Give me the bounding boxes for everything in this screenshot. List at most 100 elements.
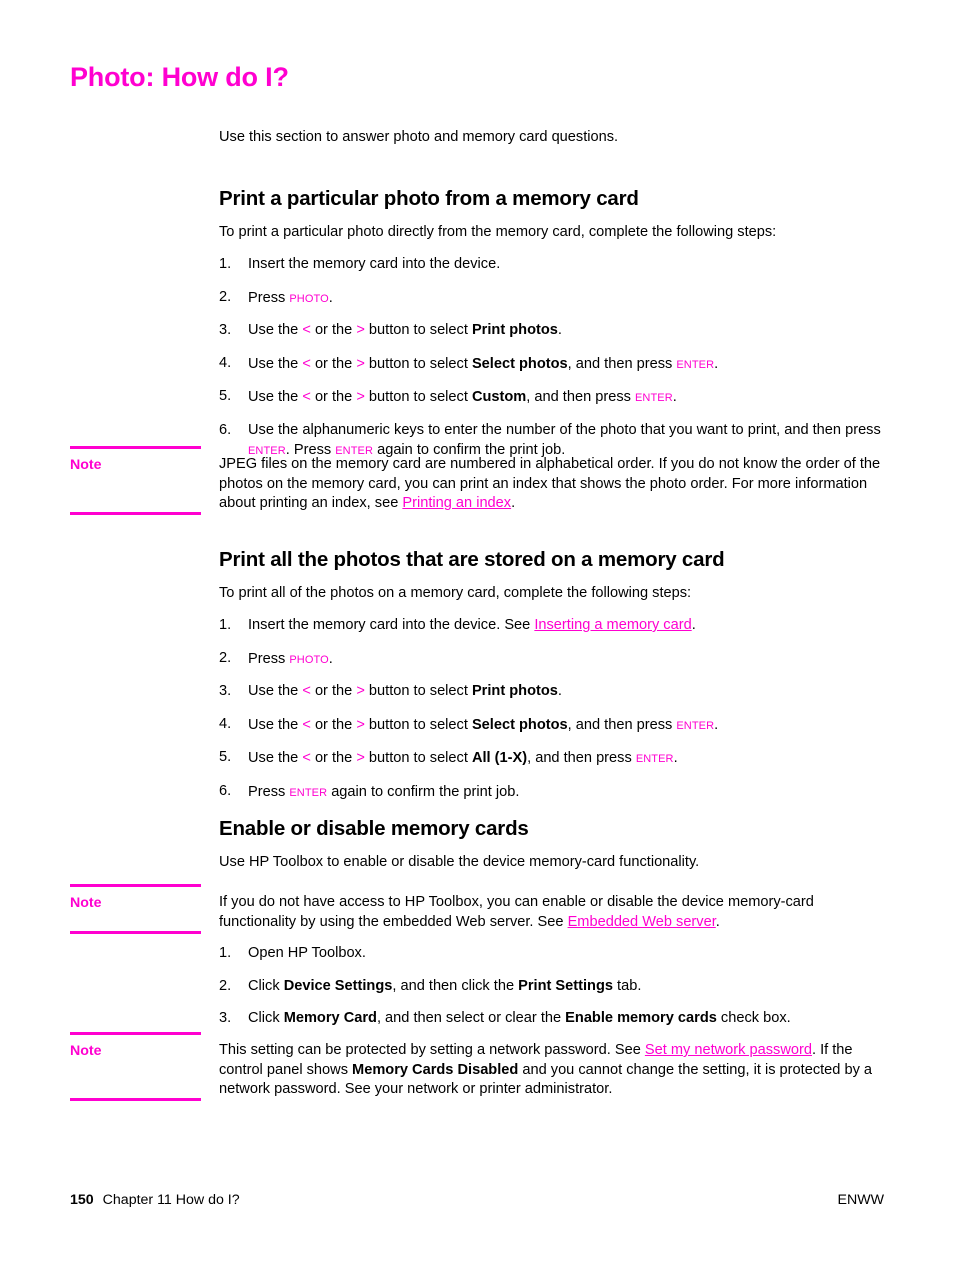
step-text: Press Photo. xyxy=(248,288,333,306)
note-rule-bottom xyxy=(70,931,201,934)
document-page: Photo: How do I? Use this section to ans… xyxy=(0,0,954,1270)
step-text-part: Click xyxy=(248,1010,284,1026)
cross-reference-link[interactable]: Inserting a memory card xyxy=(534,617,691,633)
step-number: 1. xyxy=(219,256,232,272)
key-label-photo: Photo xyxy=(289,649,329,667)
step-text-part: Use the xyxy=(248,716,303,733)
cross-reference-link[interactable]: Set my network password xyxy=(645,1042,812,1058)
note-text-part: . xyxy=(715,913,720,930)
note-text-part: . xyxy=(511,495,516,511)
note-label: Note xyxy=(70,895,102,911)
step-text-part: button to select xyxy=(364,750,472,766)
step-text-part: Press xyxy=(248,289,290,306)
cross-reference-link[interactable]: Printing an index xyxy=(402,495,511,511)
note-rule-top xyxy=(70,1032,201,1035)
step-text-part: or the xyxy=(310,322,357,338)
step-text-part: . xyxy=(691,617,696,633)
right-arrow-icon: > xyxy=(356,355,365,372)
page-footer: 150 Chapter 11 How do I? ENWW xyxy=(0,1192,954,1212)
section-intro: To print a particular photo directly fro… xyxy=(219,224,777,240)
step-text: Use the < or the > button to select Prin… xyxy=(248,683,562,699)
step-text: Open HP Toolbox. xyxy=(248,945,366,961)
list-item: 1. Insert the memory card into the devic… xyxy=(219,255,884,275)
list-item: 2. Press Photo. xyxy=(219,288,884,309)
step-text: Click Memory Card, and then select or cl… xyxy=(248,1010,791,1026)
step-text: Use the < or the > button to select All … xyxy=(248,749,678,766)
note-text: This setting can be protected by setting… xyxy=(219,1041,884,1100)
menu-item-name: Print photos xyxy=(471,683,558,699)
step-text-part: Click xyxy=(248,977,284,994)
right-arrow-icon: > xyxy=(356,322,365,338)
step-text: Press Photo. xyxy=(248,649,333,667)
step-text-part: , and then press xyxy=(527,750,636,766)
note-rule-bottom xyxy=(70,1098,201,1101)
step-text-part: , and then press xyxy=(567,716,677,733)
list-item: 1. Insert the memory card into the devic… xyxy=(219,616,884,636)
step-text-part: tab. xyxy=(613,977,642,994)
step-text-part: button to select xyxy=(364,389,472,405)
step-text-part: or the xyxy=(310,750,357,766)
control-panel-message: Memory Cards Disabled xyxy=(352,1061,519,1078)
step-text-part: , and then click the xyxy=(392,977,519,994)
step-text-part: , and then press xyxy=(567,355,677,372)
step-text: Insert the memory card into the device. … xyxy=(248,617,696,633)
section-heading: Print all the photos that are stored on … xyxy=(219,548,725,571)
left-arrow-icon: < xyxy=(302,750,311,766)
list-item: 3. Use the < or the > button to select P… xyxy=(219,321,884,341)
note-rule-bottom xyxy=(70,512,201,515)
step-text-part: button to select xyxy=(364,683,472,699)
right-arrow-icon: > xyxy=(356,716,365,733)
step-number: 5. xyxy=(219,749,232,765)
list-item: 4. Use the < or the > button to select S… xyxy=(219,354,884,375)
step-number: 4. xyxy=(219,354,232,371)
step-number: 1. xyxy=(219,945,232,961)
step-number: 1. xyxy=(219,617,232,633)
step-text-part: . xyxy=(557,683,562,699)
key-label-photo: Photo xyxy=(289,288,329,306)
step-text-part: . xyxy=(714,355,719,372)
step-text: Use the < or the > button to select Cust… xyxy=(248,388,677,405)
list-item: 6. Press Enter again to confirm the prin… xyxy=(219,782,884,803)
step-number: 2. xyxy=(219,288,232,305)
note-text: If you do not have access to HP Toolbox,… xyxy=(219,893,884,932)
menu-item-name: Custom xyxy=(471,389,527,405)
key-label-enter: Enter xyxy=(635,749,674,766)
step-text-part: Use the xyxy=(248,389,303,405)
note-label: Note xyxy=(70,1043,102,1059)
step-text: Insert the memory card into the device. xyxy=(248,256,501,272)
right-arrow-icon: > xyxy=(356,389,365,405)
step-text-part: again to confirm the print job. xyxy=(327,783,520,800)
step-number: 2. xyxy=(219,977,232,994)
step-text-part: . xyxy=(328,650,333,667)
step-text: Press Enter again to confirm the print j… xyxy=(248,783,520,800)
list-item: 3. Use the < or the > button to select P… xyxy=(219,682,884,702)
list-item: 5. Use the < or the > button to select A… xyxy=(219,748,884,769)
left-arrow-icon: < xyxy=(302,716,311,733)
cross-reference-link[interactable]: Embedded Web server xyxy=(568,914,716,930)
step-number: 6. xyxy=(219,421,232,438)
note-text: JPEG files on the memory card are number… xyxy=(219,455,884,514)
page-number: 150 xyxy=(70,1192,94,1208)
step-number: 3. xyxy=(219,322,232,338)
step-text: Use the < or the > button to select Sele… xyxy=(248,716,718,733)
step-text-part: Press xyxy=(248,783,290,800)
section-heading: Print a particular photo from a memory c… xyxy=(219,187,639,210)
step-text-part: . xyxy=(673,750,678,766)
section-enable-disable-memory-cards: Enable or disable memory cards Use HP To… xyxy=(219,816,884,872)
footer-left: 150 Chapter 11 How do I? xyxy=(70,1192,240,1208)
right-arrow-icon: > xyxy=(356,683,365,699)
list-item: 2. Click Device Settings, and then click… xyxy=(219,977,884,997)
step-text-part: , and then press xyxy=(526,389,635,405)
step-number: 3. xyxy=(219,1010,232,1026)
note-rule-top xyxy=(70,884,201,887)
note-text-part: JPEG files on the memory card are number… xyxy=(219,456,881,511)
step-list: 1. Open HP Toolbox. 2. Click Device Sett… xyxy=(219,944,884,1029)
step-number: 3. xyxy=(219,683,232,699)
step-number: 2. xyxy=(219,649,232,666)
step-text-part: Use the xyxy=(248,322,303,338)
list-item: 4. Use the < or the > button to select S… xyxy=(219,715,884,736)
chapter-label: Chapter 11 How do I? xyxy=(102,1192,240,1208)
locale-code: ENWW xyxy=(837,1192,885,1208)
tab-name: Print Settings xyxy=(518,977,613,994)
step-list: 1. Insert the memory card into the devic… xyxy=(219,616,884,802)
